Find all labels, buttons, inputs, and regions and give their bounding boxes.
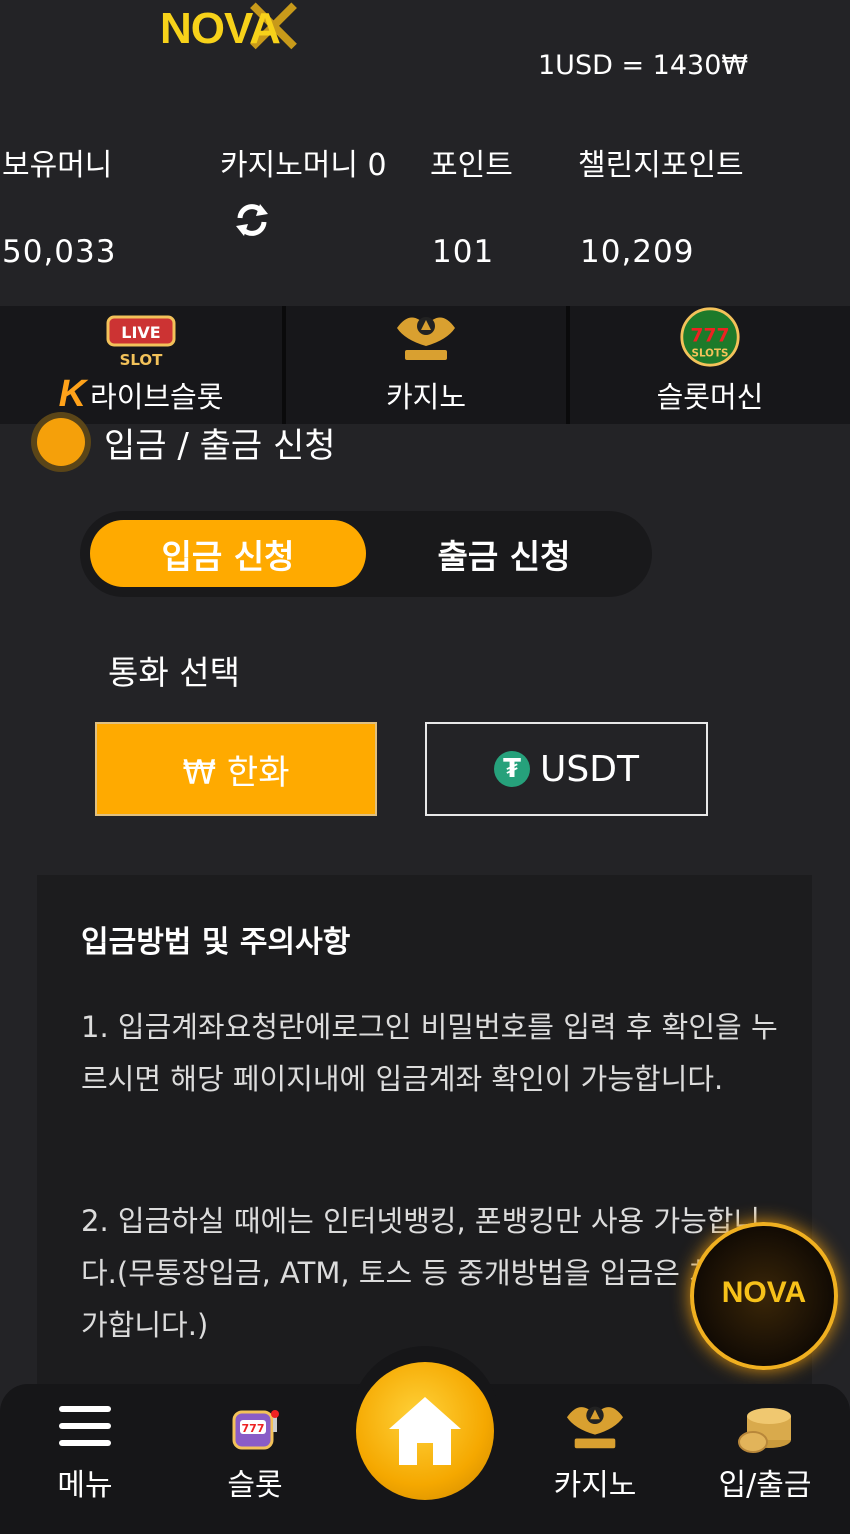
svg-text:SLOT: SLOT xyxy=(120,351,164,369)
casino-money-label: 카지노머니 0 xyxy=(220,148,387,183)
nav-slot-machine-label: 슬롯머신 xyxy=(656,380,764,414)
slot-machine-icon: 777 xyxy=(232,1410,279,1450)
bottom-nav-slot-label: 슬롯 xyxy=(227,1468,283,1503)
svg-text:777: 777 xyxy=(242,1422,265,1435)
holding-money-value: 50,033 xyxy=(2,234,117,270)
svg-text:777: 777 xyxy=(690,326,729,347)
777-slots-icon: 777 SLOTS xyxy=(680,307,740,367)
top-cutoff-area xyxy=(470,0,820,12)
nav-casino-label: 카지노 xyxy=(385,380,467,414)
point-value: 101 xyxy=(432,234,495,270)
tether-icon: ₮ xyxy=(494,751,531,787)
coins-icon xyxy=(738,1408,791,1453)
bottom-nav-menu-label: 메뉴 xyxy=(57,1468,113,1503)
nova-floating-button[interactable]: NOVA xyxy=(690,1222,838,1370)
bottom-nav-casino-label: 카지노 xyxy=(553,1468,637,1503)
fab-logo-text: NOVA xyxy=(721,1276,807,1309)
currency-usdt-button[interactable]: ₮ USDT xyxy=(425,722,708,816)
challenge-point-label: 챌린지포인트 xyxy=(578,148,744,183)
nav-live-slot[interactable]: LIVE SLOT K 라이브슬롯 xyxy=(0,306,282,424)
bottom-nav-slot[interactable]: 777 슬롯 xyxy=(170,1384,340,1534)
point-label: 포인트 xyxy=(430,148,513,183)
live-slot-icon: LIVE SLOT xyxy=(106,315,176,369)
currency-select-label: 통화 선택 xyxy=(108,653,240,692)
challenge-point-value: 10,209 xyxy=(580,234,695,270)
menu-icon xyxy=(59,1406,111,1446)
currency-usdt-label: USDT xyxy=(540,748,639,790)
k-logo-icon: K xyxy=(58,373,87,415)
tab-deposit[interactable]: 입금 신청 xyxy=(90,520,366,587)
currency-krw-button[interactable]: ₩ 한화 xyxy=(95,722,377,816)
section-bullet xyxy=(37,418,85,466)
notice-paragraph-2: 2. 입금하실 때에는 인터넷뱅킹, 폰뱅킹만 사용 가능합니다.(무통장입금,… xyxy=(81,1204,779,1342)
bottom-nav-casino[interactable]: 카지노 xyxy=(510,1384,680,1534)
svg-text:LIVE: LIVE xyxy=(121,323,160,342)
nav-live-slot-label: 라이브슬롯 xyxy=(90,379,224,414)
section-title: 입금 / 출금 신청 xyxy=(104,426,336,466)
bottom-nav-deposit-withdraw-label: 입/출금 xyxy=(718,1468,812,1503)
currency-krw-label: ₩ 한화 xyxy=(182,752,290,793)
refresh-icon[interactable] xyxy=(232,200,272,240)
nav-casino[interactable]: 카지노 xyxy=(286,306,566,424)
kslot-crown-icon xyxy=(397,317,455,360)
holding-money-label: 보유머니 xyxy=(2,148,113,183)
bottom-nav-deposit-withdraw[interactable]: 입/출금 xyxy=(680,1384,850,1534)
nav-slot-machine[interactable]: 777 SLOTS 슬롯머신 xyxy=(570,306,850,424)
kslot-crown-icon xyxy=(566,1406,624,1449)
game-category-nav: LIVE SLOT K 라이브슬롯 카지노 777 SLOTS 슬롯머신 xyxy=(0,306,850,424)
exchange-rate: 1USD = 1430₩ xyxy=(538,50,749,81)
bottom-nav-menu[interactable]: 메뉴 xyxy=(0,1384,170,1534)
notice-paragraph-1: 1. 입금계좌요청란에로그인 비밀번호를 입력 후 확인을 누르시면 해당 페이… xyxy=(81,1010,778,1096)
nova-logo[interactable]: ✕ NOVA xyxy=(152,0,352,84)
logo-text: NOVA xyxy=(160,4,281,53)
tab-withdraw[interactable]: 출금 신청 xyxy=(366,520,642,587)
home-button[interactable] xyxy=(356,1362,494,1500)
home-icon xyxy=(389,1397,461,1465)
svg-text:SLOTS: SLOTS xyxy=(692,348,729,360)
notice-title: 입금방법 및 주의사항 xyxy=(81,925,351,960)
